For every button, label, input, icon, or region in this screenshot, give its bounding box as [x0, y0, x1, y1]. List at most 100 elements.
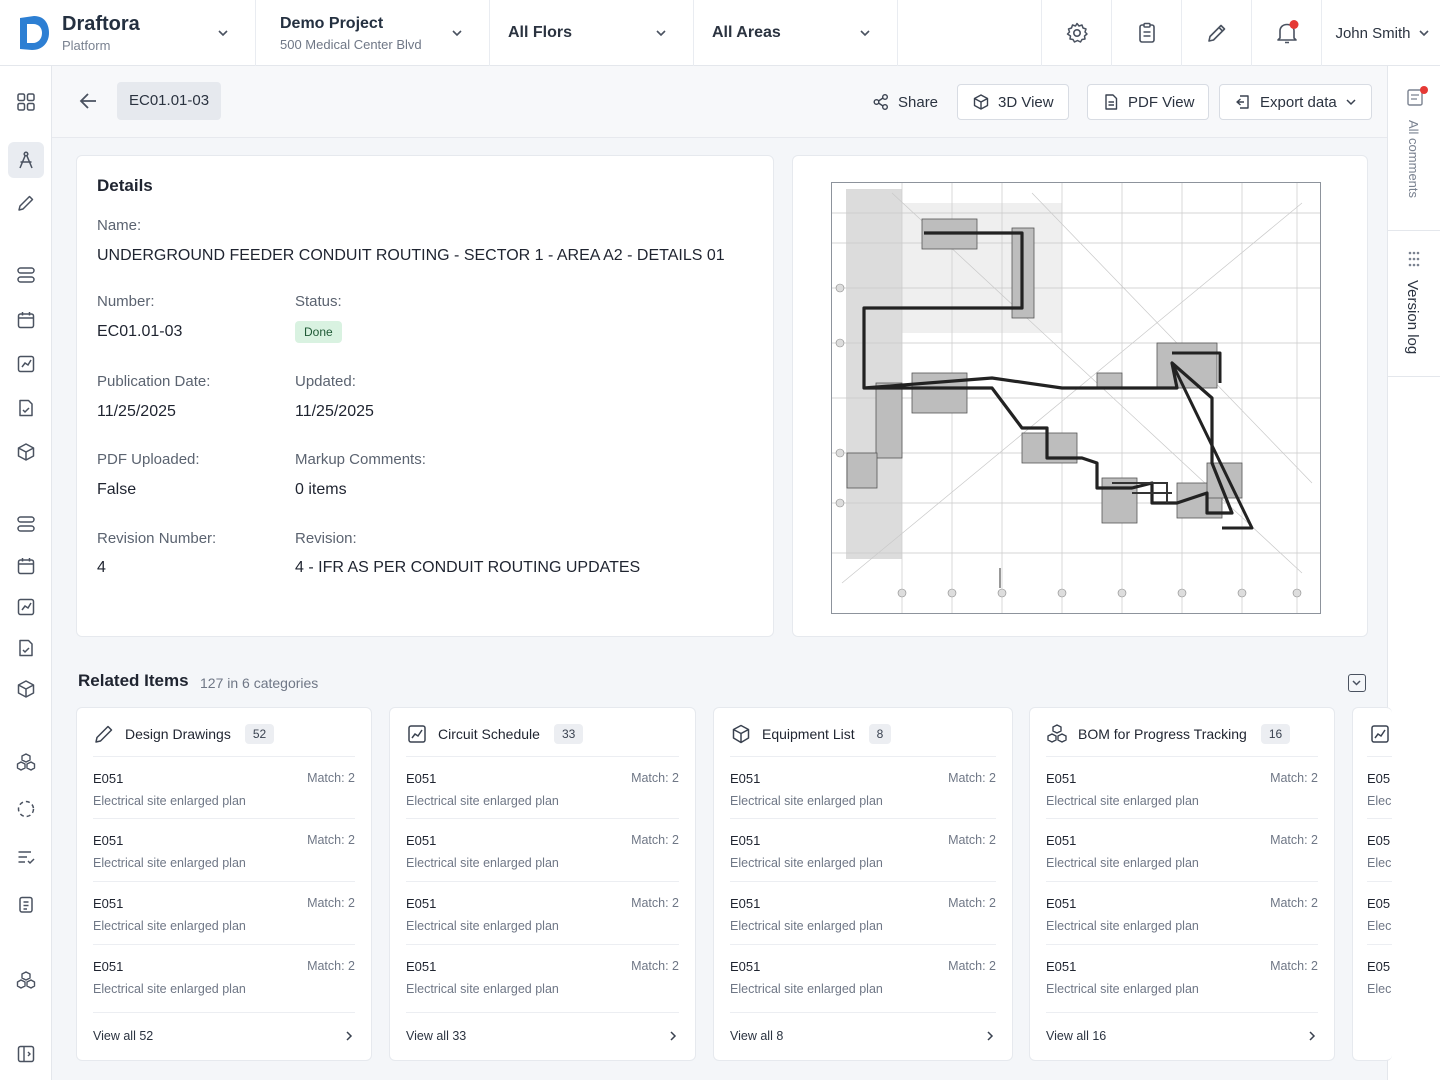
3d-view-button[interactable]: 3D View	[957, 84, 1069, 120]
list-item[interactable]: E051 Electrical site enlarged plan Match: …	[406, 944, 679, 1006]
clipboard-button[interactable]	[1112, 0, 1182, 66]
user-menu[interactable]: John Smith	[1322, 0, 1440, 66]
item-code: E051	[1046, 833, 1077, 848]
nav-markup[interactable]	[8, 185, 44, 221]
nav-tasks[interactable]	[8, 886, 44, 922]
item-match: Match: 2	[1270, 896, 1318, 910]
card-header[interactable]: Circuit Schedule 33	[406, 722, 584, 746]
item-match: Match: 2	[307, 896, 355, 910]
all-comments-label[interactable]: All comments	[1406, 120, 1421, 198]
revision-number-label: Revision Number:	[97, 530, 217, 547]
nav-workflow-2[interactable]	[8, 506, 44, 542]
document-icon	[19, 639, 33, 657]
right-rail-divider	[1388, 376, 1440, 377]
pdf-uploaded-label: PDF Uploaded:	[97, 451, 200, 468]
list-item[interactable]: E051 Electrical site enlarged plan Match: …	[406, 756, 679, 818]
list-item[interactable]: E051 Electrical site enlarged plan Match: …	[406, 818, 679, 880]
list-item[interactable]: E051 Electrical site enlarged plan Match: …	[730, 818, 996, 880]
nav-dashboard[interactable]	[8, 84, 44, 120]
nav-progress[interactable]	[8, 791, 44, 827]
collapse-button[interactable]	[1348, 674, 1366, 692]
nav-reports[interactable]	[8, 346, 44, 382]
version-log-label[interactable]: Version log	[1404, 280, 1421, 354]
project-name: Demo Project	[280, 14, 384, 32]
item-code: E051	[406, 959, 437, 974]
list-item[interactable]: E051 Electrical site enlarged plan Match: …	[730, 944, 996, 1006]
view-all-link[interactable]: View all 52	[93, 1012, 355, 1060]
nav-collapse[interactable]	[8, 1036, 44, 1072]
list-item[interactable]: E05 Elec	[1367, 944, 1392, 1006]
project-address: 500 Medical Center Blvd	[280, 36, 422, 52]
components-icon	[16, 971, 36, 989]
nav-models[interactable]	[8, 434, 44, 470]
list-item[interactable]: E051 Electrical site enlarged plan Match: …	[1046, 756, 1318, 818]
nav-documents-2[interactable]	[8, 630, 44, 666]
nav-components[interactable]	[8, 744, 44, 780]
components-icon	[16, 753, 36, 771]
card-header[interactable]: Equipment List 8	[730, 722, 892, 746]
list-item[interactable]: E051 Electrical site enlarged plan Match: …	[1046, 818, 1318, 880]
drawing-preview-card	[792, 155, 1368, 637]
nav-schedule-2[interactable]	[8, 548, 44, 584]
nav-documents[interactable]	[8, 390, 44, 426]
list-item[interactable]: E051 Electrical site enlarged plan Match: …	[406, 881, 679, 943]
notifications-button[interactable]	[1252, 0, 1322, 66]
list-item[interactable]: E05 Elec	[1367, 818, 1392, 880]
item-code: E051	[93, 771, 124, 786]
edit-button[interactable]	[1182, 0, 1252, 66]
list-item[interactable]: E05 Elec	[1367, 881, 1392, 943]
areas-dropdown[interactable]: All Areas	[694, 0, 898, 66]
export-data-button[interactable]: Export data	[1219, 84, 1372, 120]
nav-components-2[interactable]	[8, 962, 44, 998]
list-item[interactable]: E051 Electrical site enlarged plan Match: …	[730, 756, 996, 818]
settings-button[interactable]	[1042, 0, 1112, 66]
drawing-thumbnail[interactable]	[831, 182, 1321, 614]
list-item[interactable]: E051 Electrical site enlarged plan Match: …	[93, 756, 355, 818]
floors-dropdown[interactable]: All Flors	[490, 0, 694, 66]
export-label: Export data	[1260, 93, 1337, 111]
top-bar: Draftora Platform Demo Project 500 Medical…	[0, 0, 1440, 66]
share-button[interactable]: Share	[858, 84, 952, 120]
list-item[interactable]: E051 Electrical site enlarged plan Match: …	[93, 881, 355, 943]
document-icon	[19, 399, 33, 417]
item-description: Electrical site enlarged plan	[1046, 856, 1199, 870]
item-code: E05	[1367, 896, 1391, 911]
card-header[interactable]	[1369, 722, 1391, 746]
calendar-icon	[17, 312, 35, 329]
brand-selector[interactable]: Draftora Platform	[0, 0, 256, 66]
view-all-link[interactable]: View all 33	[406, 1012, 679, 1060]
item-code: E051	[1046, 771, 1077, 786]
pdf-view-button[interactable]: PDF View	[1087, 84, 1210, 120]
nav-schedule[interactable]	[8, 302, 44, 338]
card-title: Equipment List	[762, 726, 855, 742]
nav-reports-2[interactable]	[8, 589, 44, 625]
list-item[interactable]: E051 Electrical site enlarged plan Match: …	[93, 818, 355, 880]
list-item[interactable]: E05 Elec	[1367, 756, 1392, 818]
view-all-link[interactable]: View all 16	[1046, 1012, 1318, 1060]
nav-workflow[interactable]	[8, 257, 44, 293]
project-selector[interactable]: Demo Project 500 Medical Center Blvd	[256, 0, 490, 66]
chart-box-icon	[17, 598, 35, 616]
list-item[interactable]: E051 Electrical site enlarged plan Match: …	[1046, 881, 1318, 943]
item-match: Match: 2	[1270, 771, 1318, 785]
version-log-handle[interactable]	[1407, 250, 1421, 273]
view-all-label: View all 16	[1046, 1029, 1107, 1043]
card-header[interactable]: Design Drawings 52	[93, 722, 275, 746]
nav-models-2[interactable]	[8, 671, 44, 707]
arrow-left-icon[interactable]	[76, 88, 102, 114]
related-title: Related Items	[78, 671, 189, 690]
comments-icon	[1407, 86, 1428, 106]
card-header[interactable]: BOM for Progress Tracking 16	[1046, 722, 1291, 746]
share-icon	[873, 94, 888, 110]
item-description: Elec	[1367, 856, 1392, 870]
item-code: E051	[406, 896, 437, 911]
nav-checklist[interactable]	[8, 839, 44, 875]
list-item[interactable]: E051 Electrical site enlarged plan Match: …	[730, 881, 996, 943]
view-all-link[interactable]: View all 8	[730, 1012, 996, 1060]
list-item[interactable]: E051 Electrical site enlarged plan Match: …	[93, 944, 355, 1006]
list-item[interactable]: E051 Electrical site enlarged plan Match: …	[1046, 944, 1318, 1006]
nav-drawings[interactable]	[8, 142, 44, 178]
comments-toggle[interactable]	[1406, 86, 1428, 113]
status-label: Status:	[295, 293, 342, 310]
item-match: Match: 2	[948, 959, 996, 973]
